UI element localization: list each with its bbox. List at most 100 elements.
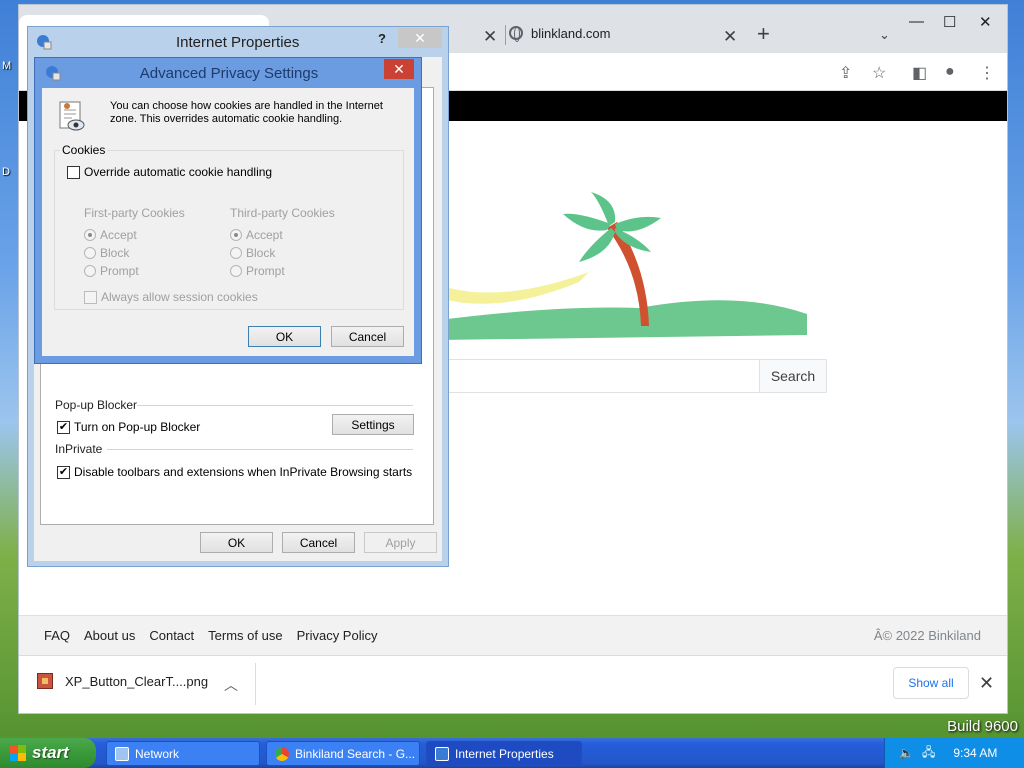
system-tray: 🔈 🖧 9:34 AM	[884, 738, 1024, 768]
palm-tree-illustration	[439, 192, 807, 340]
tab-separator	[505, 25, 506, 45]
volume-muted-icon[interactable]: 🔈	[899, 746, 914, 760]
tab-close-icon[interactable]: ✕	[723, 27, 737, 47]
ok-button[interactable]: OK	[248, 326, 321, 347]
show-all-button[interactable]: Show all	[893, 667, 969, 699]
dialog-title: Advanced Privacy Settings	[139, 65, 319, 82]
ok-button[interactable]: OK	[200, 532, 273, 553]
taskbar-network[interactable]: Network	[106, 741, 260, 766]
menu-kebab-icon[interactable]: ⋮	[979, 63, 995, 83]
footer-link-about[interactable]: About us	[84, 628, 135, 643]
radio-icon	[230, 265, 242, 277]
first-party-heading: First-party Cookies	[84, 206, 185, 220]
tab-label: blinkland.com	[531, 25, 611, 41]
clock[interactable]: 9:34 AM	[953, 746, 997, 760]
checkbox-unchecked-icon	[67, 165, 80, 179]
radio-label: Accept	[100, 228, 137, 242]
third-party-prompt-radio[interactable]: Prompt	[230, 264, 285, 278]
popup-blocker-checkbox[interactable]: ✔ Turn on Pop-up Blocker	[57, 420, 200, 434]
profile-avatar-icon[interactable]: ●	[945, 63, 955, 81]
download-separator	[255, 663, 256, 705]
radio-selected-icon	[230, 229, 242, 241]
windows-flag-icon	[10, 745, 26, 761]
close-window-icon[interactable]: ✕	[979, 13, 992, 31]
search-button[interactable]: Search	[759, 359, 827, 393]
taskbar-chrome[interactable]: Binkiland Search - G...	[266, 741, 420, 766]
checkbox-label: Always allow session cookies	[101, 290, 258, 304]
globe-icon	[509, 26, 523, 42]
radio-label: Accept	[246, 228, 283, 242]
first-party-block-radio[interactable]: Block	[84, 246, 129, 260]
override-cookie-checkbox[interactable]: Override automatic cookie handling	[67, 165, 272, 179]
build-watermark: Build 9600	[947, 718, 1018, 735]
dialog-titlebar[interactable]: Internet Properties ? ✕	[28, 27, 448, 57]
privacy-document-icon	[59, 101, 85, 131]
checkbox-checked-icon: ✔	[57, 420, 70, 434]
internet-options-icon	[435, 746, 449, 761]
session-cookies-checkbox[interactable]: Always allow session cookies	[84, 290, 258, 304]
footer-link-privacy[interactable]: Privacy Policy	[297, 628, 378, 643]
description-text: You can choose how cookies are handled i…	[110, 100, 383, 125]
radio-icon	[230, 247, 242, 259]
search-input[interactable]	[439, 359, 759, 393]
maximize-icon[interactable]: ☐	[943, 13, 956, 31]
first-party-prompt-radio[interactable]: Prompt	[84, 264, 139, 278]
radio-icon	[84, 247, 96, 259]
checkbox-label: Override automatic cookie handling	[84, 165, 273, 179]
network-icon	[115, 746, 129, 761]
side-panel-icon[interactable]: ◧	[912, 63, 927, 83]
download-filename: XP_Button_ClearT....png	[65, 673, 209, 689]
cancel-button[interactable]: Cancel	[331, 326, 404, 347]
first-party-accept-radio[interactable]: Accept	[84, 228, 137, 242]
radio-label: Block	[246, 246, 276, 260]
popup-blocker-heading: Pop-up Blocker	[55, 398, 138, 412]
new-tab-plus-icon[interactable]: +	[757, 23, 770, 45]
tab-close-icon[interactable]: ✕	[483, 27, 497, 47]
chrome-icon	[275, 746, 289, 761]
inprivate-heading: InPrivate	[55, 442, 103, 456]
download-item[interactable]: XP_Button_ClearT....png	[37, 673, 208, 689]
close-download-shelf-icon[interactable]: ✕	[979, 673, 994, 694]
help-icon[interactable]: ?	[378, 31, 386, 46]
tab-search-chevron-icon[interactable]: ⌄	[879, 27, 890, 43]
checkbox-label: Turn on Pop-up Blocker	[74, 420, 201, 434]
close-icon[interactable]: ✕	[384, 59, 414, 79]
task-label: Internet Properties	[455, 746, 554, 761]
start-label: start	[32, 743, 69, 762]
checkbox-label: Disable toolbars and extensions when InP…	[74, 465, 413, 479]
footer-link-faq[interactable]: FAQ	[44, 628, 70, 643]
taskbar-internet-properties[interactable]: Internet Properties	[426, 741, 582, 766]
apply-button[interactable]: Apply	[364, 532, 437, 553]
popup-settings-button[interactable]: Settings	[332, 414, 414, 435]
dialog-title: Internet Properties	[176, 34, 300, 51]
group-divider	[107, 449, 413, 450]
inprivate-checkbox[interactable]: ✔ Disable toolbars and extensions when I…	[57, 465, 412, 479]
internet-options-icon	[37, 35, 52, 50]
desktop-edge-letter: D	[2, 166, 10, 178]
cancel-button[interactable]: Cancel	[282, 532, 355, 553]
checkbox-checked-icon: ✔	[57, 465, 70, 479]
tab-blinkland[interactable]: blinkland.com	[509, 19, 611, 47]
start-button[interactable]: start	[0, 738, 96, 768]
third-party-accept-radio[interactable]: Accept	[230, 228, 283, 242]
minimize-icon[interactable]: —	[909, 13, 924, 30]
group-divider	[137, 405, 413, 406]
checkbox-disabled-icon	[84, 290, 97, 304]
footer-links: FAQ About us Contact Terms of use Privac…	[44, 628, 378, 643]
footer-link-terms[interactable]: Terms of use	[208, 628, 282, 643]
dialog-body: You can choose how cookies are handled i…	[42, 88, 414, 356]
third-party-block-radio[interactable]: Block	[230, 246, 275, 260]
radio-label: Prompt	[246, 264, 285, 278]
chevron-up-icon[interactable]: ︿	[224, 675, 238, 695]
close-icon[interactable]: ✕	[398, 28, 442, 48]
network-tray-icon[interactable]: 🖧	[922, 743, 935, 764]
share-icon[interactable]: ⇪	[839, 63, 852, 83]
radio-selected-icon	[84, 229, 96, 241]
radio-label: Block	[100, 246, 130, 260]
desktop-edge-letter: M	[2, 60, 12, 72]
task-label: Binkiland Search - G...	[295, 746, 416, 761]
bookmark-star-icon[interactable]: ☆	[872, 63, 886, 83]
radio-label: Prompt	[100, 264, 139, 278]
image-file-icon	[37, 673, 53, 689]
footer-link-contact[interactable]: Contact	[149, 628, 194, 643]
